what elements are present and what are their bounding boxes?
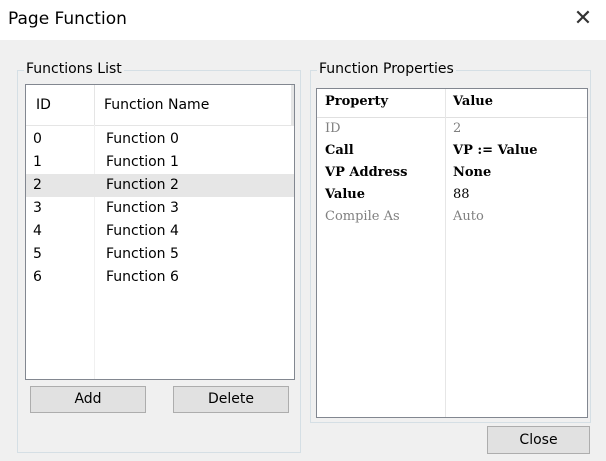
function-id-cell: 5 (33, 246, 42, 262)
property-value: 2 (453, 121, 462, 136)
list-item[interactable]: 3 Function 3 (26, 197, 294, 220)
property-row[interactable]: Compile As Auto (317, 207, 587, 229)
list-item[interactable]: 0 Function 0 (26, 128, 294, 151)
function-id-cell: 1 (33, 154, 42, 170)
function-id-cell: 2 (33, 177, 42, 193)
list-item[interactable]: 4 Function 4 (26, 220, 294, 243)
function-name-cell: Function 2 (106, 177, 179, 193)
add-button[interactable]: Add (30, 386, 146, 413)
list-item-selected[interactable]: 2 Function 2 (26, 174, 294, 197)
column-header-function-name[interactable]: Function Name (104, 97, 209, 113)
functions-list-label: Functions List (24, 61, 124, 77)
property-name: Call (325, 143, 354, 158)
column-header-property: Property (325, 94, 389, 109)
property-value[interactable]: None (453, 165, 491, 180)
property-row[interactable]: ID 2 (317, 119, 587, 141)
function-name-cell: Function 6 (106, 269, 179, 285)
property-row[interactable]: Call VP := Value (317, 141, 587, 163)
close-button[interactable]: Close (487, 426, 590, 454)
property-name: Value (325, 187, 365, 202)
function-name-cell: Function 5 (106, 246, 179, 262)
column-divider[interactable] (94, 85, 95, 125)
functions-list-view[interactable]: ID Function Name 0 Function 0 1 Function 1 2… (25, 84, 295, 380)
header-scroll-edge (291, 85, 294, 125)
property-row[interactable]: Value 88 (317, 185, 587, 207)
property-name: ID (325, 121, 341, 136)
list-item[interactable]: 5 Function 5 (26, 243, 294, 266)
function-id-cell: 6 (33, 269, 42, 285)
property-name: VP Address (325, 165, 408, 180)
title-bar: Page Function ✕ (0, 0, 606, 40)
property-value[interactable]: 88 (453, 187, 470, 202)
dialog-body: Functions List ID Function Name 0 Functio… (0, 40, 606, 461)
delete-button[interactable]: Delete (173, 386, 289, 413)
property-row[interactable]: VP Address None (317, 163, 587, 185)
function-name-cell: Function 4 (106, 223, 179, 239)
column-header-value: Value (453, 94, 493, 109)
window-title: Page Function (8, 9, 127, 29)
function-id-cell: 4 (33, 223, 42, 239)
function-id-cell: 3 (33, 200, 42, 216)
function-properties-label: Function Properties (317, 61, 456, 77)
list-header: ID Function Name (26, 85, 294, 126)
property-value[interactable]: VP := Value (453, 143, 538, 158)
property-grid-header: Property Value (317, 89, 587, 118)
function-id-cell: 0 (33, 131, 42, 147)
list-item[interactable]: 1 Function 1 (26, 151, 294, 174)
function-name-cell: Function 1 (106, 154, 179, 170)
property-grid[interactable]: Property Value ID 2 Call VP := Value VP Addr… (316, 88, 588, 418)
property-name: Compile As (325, 209, 400, 224)
property-value: Auto (453, 209, 484, 224)
function-name-cell: Function 0 (106, 131, 179, 147)
function-name-cell: Function 3 (106, 200, 179, 216)
close-icon[interactable]: ✕ (570, 5, 596, 33)
column-header-id[interactable]: ID (36, 97, 51, 113)
list-item[interactable]: 6 Function 6 (26, 266, 294, 289)
